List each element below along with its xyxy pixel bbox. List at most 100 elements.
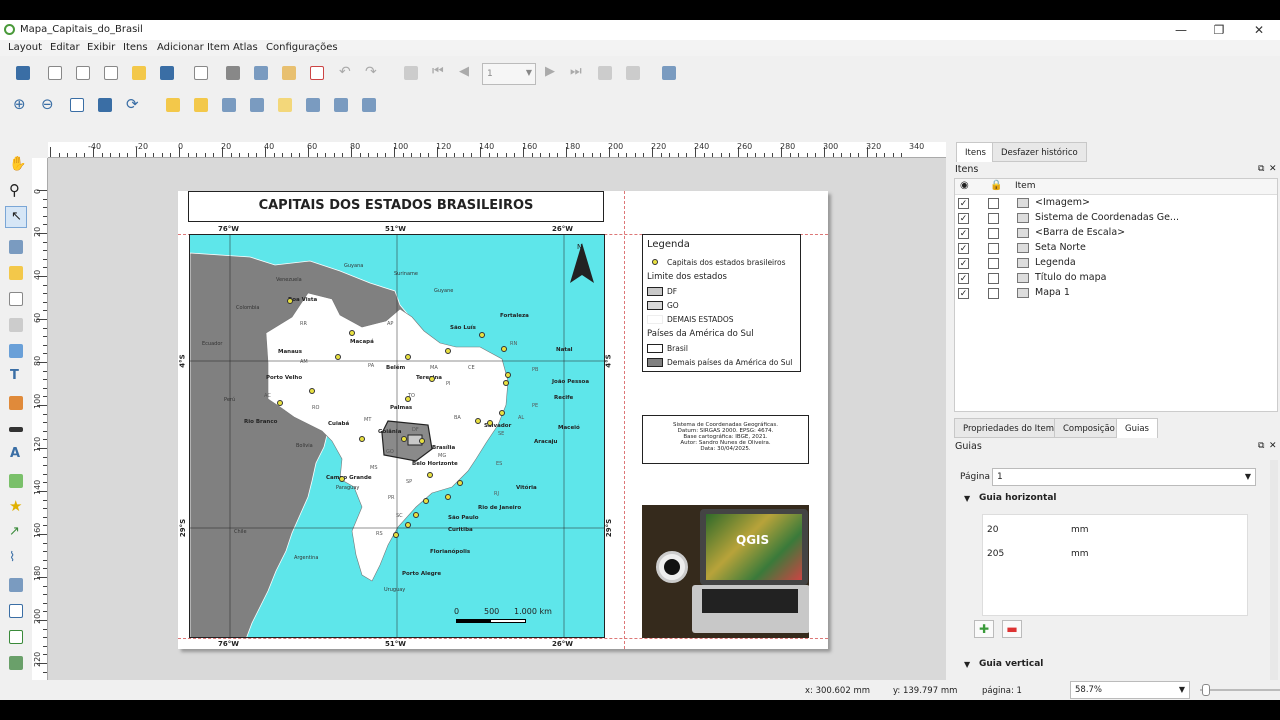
select-move-icon[interactable]: ↖ [5, 206, 27, 228]
pan-icon[interactable]: ✋ [7, 156, 26, 174]
visibility-checkbox[interactable]: ✓ [958, 258, 969, 269]
tab-itens[interactable]: Itens [956, 142, 995, 162]
atlas-page-combobox[interactable]: 1 ▼ [482, 63, 536, 85]
guide-position[interactable]: 205 [987, 549, 1004, 559]
lock-checkbox[interactable] [988, 198, 999, 209]
add-picture-icon[interactable] [7, 342, 25, 360]
visibility-checkbox[interactable]: ✓ [958, 288, 969, 299]
tab-guias[interactable]: Guias [1116, 418, 1158, 438]
add-attribute-table-icon[interactable] [7, 602, 25, 620]
restore-icon[interactable]: ❐ [1204, 22, 1234, 38]
menu-layout[interactable]: Layout [8, 42, 42, 53]
guide-row[interactable]: 205 mm [983, 545, 1247, 569]
minimize-icon[interactable]: — [1166, 22, 1196, 38]
menu-editar[interactable]: Editar [50, 42, 80, 53]
zoom-in-icon[interactable]: ⊕ [12, 95, 30, 114]
add-3d-map-icon[interactable] [7, 316, 25, 334]
align-items-icon[interactable] [304, 96, 322, 114]
page-select[interactable]: 1 ▼ [992, 468, 1256, 486]
first-feature-icon[interactable]: ⏮ [430, 64, 448, 82]
visibility-checkbox[interactable]: ✓ [958, 243, 969, 254]
lock-checkbox[interactable] [988, 243, 999, 254]
add-marker-icon[interactable]: ★ [7, 497, 25, 516]
edit-nodes-icon[interactable] [7, 264, 25, 282]
add-arrow-icon[interactable]: ↗ [7, 524, 25, 542]
raise-items-icon[interactable] [276, 96, 294, 114]
lock-items-icon[interactable] [164, 96, 182, 114]
next-feature-icon[interactable]: ▶ [542, 64, 560, 82]
print-icon[interactable] [224, 64, 242, 82]
menu-atlas[interactable]: Atlas [233, 42, 258, 53]
visibility-checkbox[interactable]: ✓ [958, 228, 969, 239]
zoom-slider-handle[interactable] [1202, 684, 1210, 696]
atlas-preview-icon[interactable] [402, 64, 420, 82]
close-panel-icon[interactable]: ✕ [1269, 164, 1277, 174]
zoom-out-icon[interactable]: ⊖ [40, 95, 58, 114]
float-panel-icon[interactable]: ⧉ [1258, 164, 1264, 174]
add-node-item-icon[interactable]: ⌇ [7, 550, 25, 568]
export-atlas-icon[interactable] [624, 64, 642, 82]
tab-composicao[interactable]: Composição [1054, 418, 1124, 438]
previous-feature-icon[interactable]: ◀ [456, 64, 474, 82]
visibility-checkbox[interactable]: ✓ [958, 213, 969, 224]
float-panel-icon[interactable]: ⧉ [1258, 441, 1264, 451]
collapse-horizontal-icon[interactable]: ▼ [964, 494, 970, 503]
export-pdf-icon[interactable] [308, 64, 326, 82]
open-template-icon[interactable] [130, 64, 148, 82]
tab-propriedades-do-item[interactable]: Propriedades do Item [954, 418, 1063, 438]
add-legend-icon[interactable] [7, 394, 25, 412]
menu-adicionar-item[interactable]: Adicionar Item [157, 42, 230, 53]
atlas-settings-icon[interactable] [660, 64, 678, 82]
menu-configuracoes[interactable]: Configurações [266, 42, 338, 53]
guides-scrollbar[interactable] [1270, 460, 1278, 698]
layout-title[interactable]: CAPITAIS DOS ESTADOS BRASILEIROS [188, 191, 604, 222]
refresh-icon[interactable]: ⟳ [124, 95, 142, 114]
collapse-vertical-icon[interactable]: ▼ [964, 660, 970, 669]
add-html-icon[interactable] [7, 576, 25, 594]
menu-itens[interactable]: Itens [123, 42, 148, 53]
item-row[interactable]: ✓ Mapa 1 [955, 286, 1277, 301]
close-panel-icon[interactable]: ✕ [1269, 441, 1277, 451]
coordinate-system-label[interactable]: Sistema de Coordenadas Geográficas. Datu… [642, 415, 809, 464]
visibility-checkbox[interactable]: ✓ [958, 273, 969, 284]
print-atlas-icon[interactable] [596, 64, 614, 82]
vertical-guide[interactable] [624, 191, 625, 649]
picture-item[interactable]: QGIS [642, 505, 809, 638]
unlock-items-icon[interactable] [192, 96, 210, 114]
ungroup-items-icon[interactable] [248, 96, 266, 114]
zoom-combobox[interactable]: 58.7% ▼ [1070, 681, 1190, 699]
group-items-icon[interactable] [220, 96, 238, 114]
add-scalebar-icon[interactable] [7, 420, 25, 438]
zoom-slider[interactable] [1200, 689, 1280, 691]
layout-manager-icon[interactable] [102, 64, 120, 82]
add-fixed-table-icon[interactable] [7, 628, 25, 646]
zoom-tool-icon[interactable]: ⚲ [7, 181, 25, 200]
horizontal-guide[interactable] [178, 638, 828, 639]
scale-bar[interactable]: 0 500 1.000 km [452, 605, 572, 631]
last-feature-icon[interactable]: ⏭ [568, 64, 586, 82]
item-row[interactable]: ✓ Legenda [955, 256, 1277, 271]
new-layout-icon[interactable] [46, 64, 64, 82]
lock-checkbox[interactable] [988, 288, 999, 299]
export-image-icon[interactable] [252, 64, 270, 82]
redo-icon[interactable]: ↷ [362, 64, 380, 82]
move-content-icon[interactable] [7, 238, 25, 256]
zoom-actual-icon[interactable] [68, 96, 86, 114]
guide-row[interactable]: 20 mm [983, 521, 1247, 545]
layout-canvas[interactable]: CAPITAIS DOS ESTADOS BRASILEIROS 76°W 51… [48, 158, 946, 698]
item-row[interactable]: ✓ Seta Norte [955, 241, 1277, 256]
remove-guide-button[interactable]: ▬ [1002, 620, 1022, 638]
visibility-checkbox[interactable]: ✓ [958, 198, 969, 209]
item-row[interactable]: ✓ Título do mapa [955, 271, 1277, 286]
resize-items-icon[interactable] [360, 96, 378, 114]
item-row[interactable]: ✓ <Imagem> [955, 196, 1277, 211]
item-row[interactable]: ✓ Sistema de Coordenadas Ge... [955, 211, 1277, 226]
map-item[interactable]: N Boa Vista Macapá Manaus Belém São Luís… [189, 234, 605, 638]
zoom-full-icon[interactable] [96, 96, 114, 114]
distribute-items-icon[interactable] [332, 96, 350, 114]
lock-checkbox[interactable] [988, 258, 999, 269]
save-icon[interactable] [14, 64, 32, 82]
lock-checkbox[interactable] [988, 228, 999, 239]
add-north-arrow-icon[interactable]: A [7, 446, 25, 464]
add-label-icon[interactable]: T [7, 368, 25, 386]
